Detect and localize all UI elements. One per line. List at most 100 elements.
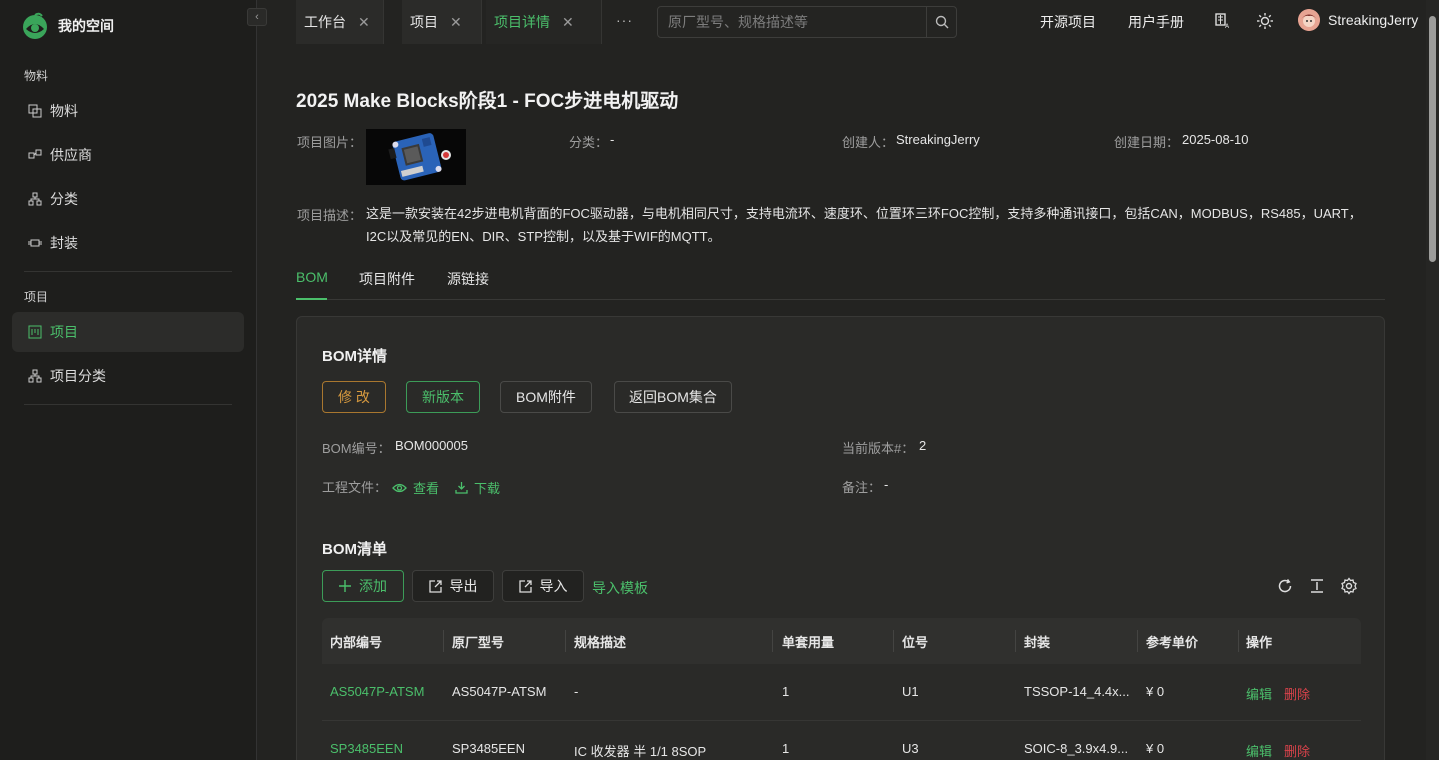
download-icon	[455, 482, 468, 494]
sidebar-item-material[interactable]: 物料	[12, 91, 244, 131]
material-icon	[28, 104, 42, 118]
column-height-icon[interactable]	[1308, 577, 1326, 595]
refresh-icon[interactable]	[1276, 577, 1294, 595]
bom-detail-title: BOM详情	[322, 348, 387, 365]
delete-row-link[interactable]: 删除	[1284, 684, 1310, 703]
tab-label: 项目	[410, 14, 438, 30]
user-manual-link[interactable]: 用户手册	[1128, 12, 1184, 32]
table-header: 内部编号 原厂型号 规格描述 单套用量 位号 封装 参考单价 操作	[322, 618, 1361, 664]
category-value: -	[610, 132, 615, 147]
export-button-label: 导出	[449, 578, 478, 594]
internal-code-link[interactable]: AS5047P-ATSM	[330, 684, 424, 699]
tab-workbench[interactable]: 工作台 ✕	[296, 0, 384, 44]
column-divider	[1015, 630, 1016, 652]
column-header[interactable]: 位号	[902, 632, 928, 651]
page-title: 2025 Make Blocks阶段1 - FOC步进电机驱动	[296, 91, 679, 112]
column-divider	[1137, 630, 1138, 652]
new-version-button[interactable]: 新版本	[406, 381, 480, 413]
price-cell: ¥ 0	[1146, 741, 1165, 756]
settings-icon[interactable]	[1340, 577, 1358, 595]
language-icon[interactable]: A	[1214, 12, 1232, 30]
sidebar-item-package[interactable]: 封装	[12, 223, 244, 263]
close-icon[interactable]: ✕	[562, 14, 574, 31]
export-button[interactable]: 导出	[412, 570, 494, 602]
edit-row-link[interactable]: 编辑	[1246, 741, 1272, 760]
sidebar-item-label: 分类	[50, 191, 78, 207]
internal-code-link[interactable]: SP3485EEN	[330, 741, 403, 756]
sidebar: 我的空间 物料 物料 供应商 分类 封装 项目 项目 项目分类	[0, 0, 257, 760]
sidebar-item-label: 项目	[50, 324, 78, 340]
column-header[interactable]: 内部编号	[330, 632, 382, 651]
tab-attachments[interactable]: 项目附件	[359, 269, 415, 289]
username[interactable]: StreakingJerry	[1328, 12, 1418, 28]
sidebar-item-category[interactable]: 分类	[12, 179, 244, 219]
tab-source-links[interactable]: 源链接	[447, 269, 489, 289]
add-button[interactable]: 添加	[322, 570, 404, 602]
column-header[interactable]: 封装	[1024, 632, 1050, 651]
table-row: SP3485EEN SP3485EEN IC 收发器 半 1/1 8SOP 1 …	[322, 721, 1361, 760]
import-button[interactable]: 导入	[502, 570, 584, 602]
supplier-icon	[28, 149, 42, 159]
tab-project-detail[interactable]: 项目详情 ✕	[486, 0, 602, 44]
bom-card: BOM详情 修 改 新版本 BOM附件 返回BOM集合 BOM编号： BOM00…	[296, 316, 1385, 760]
theme-toggle-icon[interactable]	[1256, 12, 1274, 30]
column-header[interactable]: 规格描述	[574, 632, 626, 651]
description-value: 这是一款安装在42步进电机背面的FOC驱动器，与电机相同尺寸，支持电流环、速度环…	[366, 206, 1362, 244]
brand-name: 我的空间	[58, 18, 114, 34]
import-button-label: 导入	[539, 578, 568, 594]
tab-project[interactable]: 项目 ✕	[402, 0, 482, 44]
collapse-sidebar-button[interactable]: ‹	[247, 8, 267, 26]
sidebar-item-project-category[interactable]: 项目分类	[12, 356, 244, 396]
mpn-cell: SP3485EEN	[452, 741, 525, 756]
topbar: 工作台 ✕ 项目 ✕ 项目详情 ✕ ··· 开源项目 用户手册 A Streak…	[296, 0, 1426, 44]
brand[interactable]: 我的空间	[20, 11, 114, 41]
creator-value: StreakingJerry	[896, 132, 980, 147]
ref-cell: U1	[902, 684, 919, 699]
bom-attachments-button[interactable]: BOM附件	[500, 381, 592, 413]
sidebar-item-label: 项目分类	[50, 368, 106, 384]
svg-text:A: A	[1225, 23, 1230, 30]
back-to-bom-set-button[interactable]: 返回BOM集合	[614, 381, 732, 413]
search-button[interactable]	[926, 7, 956, 37]
more-tabs-button[interactable]: ···	[616, 12, 633, 28]
project-image-label: 项目图片：	[297, 135, 363, 150]
sidebar-item-project[interactable]: 项目	[12, 312, 244, 352]
pcb-image	[366, 129, 466, 185]
column-header[interactable]: 单套用量	[782, 632, 834, 651]
column-header[interactable]: 参考单价	[1146, 632, 1198, 651]
package-cell: SOIC-8_3.9x4.9...	[1024, 741, 1129, 756]
scrollbar[interactable]	[1426, 0, 1439, 760]
edit-button[interactable]: 修 改	[322, 381, 386, 413]
bom-number-label: BOM编号：	[322, 441, 391, 456]
column-header[interactable]: 操作	[1246, 632, 1272, 651]
description-label: 项目描述：	[297, 208, 363, 223]
create-date-label: 创建日期：	[1114, 135, 1180, 150]
import-icon	[518, 579, 532, 593]
search-icon	[935, 15, 948, 29]
tab-bom[interactable]: BOM	[296, 269, 328, 285]
edit-row-link[interactable]: 编辑	[1246, 684, 1272, 703]
project-image[interactable]	[366, 129, 466, 185]
project-files-label: 工程文件：	[322, 480, 388, 495]
avatar[interactable]	[1298, 9, 1320, 31]
open-source-link[interactable]: 开源项目	[1040, 12, 1096, 32]
import-template-link[interactable]: 导入模板	[592, 578, 648, 598]
delete-row-link[interactable]: 删除	[1284, 741, 1310, 760]
sidebar-divider	[24, 404, 232, 405]
sidebar-item-supplier[interactable]: 供应商	[12, 135, 244, 175]
column-header[interactable]: 原厂型号	[452, 632, 504, 651]
scrollbar-thumb[interactable]	[1429, 16, 1436, 262]
close-icon[interactable]: ✕	[450, 14, 462, 31]
project-icon	[28, 325, 42, 339]
view-files-link[interactable]: 查看	[392, 478, 439, 497]
price-cell: ¥ 0	[1146, 684, 1165, 699]
add-button-label: 添加	[359, 578, 387, 594]
search-input[interactable]	[658, 7, 926, 37]
mpn-cell: AS5047P-ATSM	[452, 684, 547, 699]
close-icon[interactable]: ✕	[358, 14, 370, 31]
table-row: AS5047P-ATSM AS5047P-ATSM - 1 U1 TSSOP-1…	[322, 664, 1361, 721]
current-version-label: 当前版本#：	[842, 441, 915, 456]
spec-cell: IC 收发器 半 1/1 8SOP	[574, 744, 707, 759]
current-version-value: 2	[919, 438, 927, 453]
download-files-link[interactable]: 下载	[455, 478, 500, 497]
